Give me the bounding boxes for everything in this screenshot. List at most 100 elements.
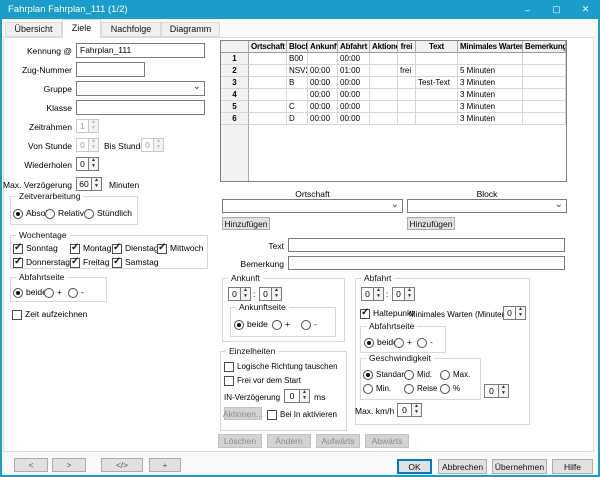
radio-reise[interactable]: Reise	[404, 383, 437, 394]
table-cell[interactable]	[249, 89, 287, 101]
ortschaft-select[interactable]: ⌄	[222, 199, 403, 213]
table-cell[interactable]	[370, 65, 398, 77]
add-button[interactable]: +	[149, 458, 181, 472]
tab-nachfolge[interactable]: Nachfolge	[101, 22, 161, 37]
kennung-input[interactable]: Fahrplan_111	[76, 43, 205, 58]
table-header-cell[interactable]: Ankunft	[308, 41, 338, 53]
hinzufuegen-block-button[interactable]: Hinzufügen	[407, 217, 455, 230]
table-cell[interactable]	[523, 53, 566, 65]
radio-min[interactable]: Min.	[363, 383, 391, 394]
radio-prozent[interactable]: %	[440, 383, 460, 394]
prozent-spinner[interactable]: 0 ▲▼	[484, 384, 509, 398]
table-cell[interactable]: 00:00	[308, 77, 338, 89]
radio-ankunftseite-plus[interactable]: +	[272, 319, 290, 330]
table-cell[interactable]	[287, 89, 308, 101]
radio-abfahrt-seite-plus[interactable]: +	[394, 337, 412, 348]
radio-abfahrtseite-plus[interactable]: +	[44, 287, 62, 298]
block-select[interactable]: ⌄	[407, 199, 567, 213]
close-button[interactable]: ✕	[571, 0, 600, 19]
table-cell[interactable]: 00:00	[338, 89, 370, 101]
table-cell[interactable]	[523, 65, 566, 77]
gruppe-select[interactable]: ⌄	[76, 81, 205, 96]
spinner-down-icon[interactable]: ▼	[92, 184, 101, 190]
table-cell[interactable]	[398, 113, 416, 125]
table-cell[interactable]: 3 Minuten	[458, 101, 523, 113]
table-corner-cell[interactable]	[221, 41, 249, 53]
checkbox-mittwoch[interactable]: Mittwoch	[157, 243, 204, 254]
row-header-cell[interactable]: 3	[221, 77, 249, 89]
row-header-cell[interactable]: 2	[221, 65, 249, 77]
checkbox-zeit-aufzeichnen[interactable]: Zeit aufzeichnen	[12, 309, 87, 320]
table-cell[interactable]	[398, 53, 416, 65]
row-header-cell[interactable]: 6	[221, 113, 249, 125]
table-cell[interactable]	[398, 89, 416, 101]
max-kmh-spinner[interactable]: 0 ▲▼	[397, 403, 422, 417]
table-cell[interactable]: 00:00	[308, 113, 338, 125]
table-cell[interactable]: B	[287, 77, 308, 89]
table-cell[interactable]	[398, 77, 416, 89]
table-cell[interactable]: 3 Minuten	[458, 89, 523, 101]
table-cell[interactable]: 3 Minuten	[458, 113, 523, 125]
table-cell[interactable]	[308, 53, 338, 65]
table-cell[interactable]: Test-Text	[416, 77, 458, 89]
table-cell[interactable]: 3 Minuten	[458, 77, 523, 89]
table-cell[interactable]	[370, 113, 398, 125]
checkbox-bei-in-aktivieren[interactable]: Bei In aktivieren	[267, 409, 337, 420]
tab-diagramm[interactable]: Diagramm	[161, 22, 220, 37]
wiederholen-spinner[interactable]: 0 ▲▼	[76, 157, 99, 171]
radio-ankunftseite-minus[interactable]: -	[301, 319, 317, 330]
table-cell[interactable]	[249, 113, 287, 125]
table-cell[interactable]	[458, 53, 523, 65]
uebernehmen-button[interactable]: Übernehmen	[492, 459, 547, 474]
spinner-down-icon[interactable]: ▼	[300, 396, 309, 402]
table-header-cell[interactable]: Bemerkung	[523, 41, 566, 53]
checkbox-sonntag[interactable]: Sonntag	[13, 243, 58, 254]
ankunft-minute-spinner[interactable]: 0 ▲▼	[259, 287, 282, 301]
table-cell[interactable]: 00:00	[308, 89, 338, 101]
maximize-button[interactable]: ▢	[542, 0, 571, 19]
checkbox-frei-vor-start[interactable]: Frei vor dem Start	[224, 375, 301, 386]
code-view-button[interactable]: </>	[101, 458, 143, 472]
radio-max[interactable]: Max.	[440, 369, 470, 380]
row-header-cell[interactable]: 1	[221, 53, 249, 65]
radio-abfahrt-seite-beide[interactable]: beide	[364, 337, 398, 348]
spinner-down-icon[interactable]: ▼	[499, 391, 508, 397]
table-cell[interactable]: B00	[287, 53, 308, 65]
table-header-cell[interactable]: Aktionen	[370, 41, 398, 53]
table-cell[interactable]	[398, 101, 416, 113]
table-cell[interactable]	[523, 113, 566, 125]
table-cell[interactable]	[249, 65, 287, 77]
destinations-table[interactable]: OrtschaftBlockAnkunftAbfahrtAktionenfrei…	[220, 40, 567, 182]
hilfe-button[interactable]: Hilfe	[552, 459, 593, 474]
table-cell[interactable]	[416, 113, 458, 125]
radio-mid[interactable]: Mid.	[404, 369, 432, 380]
table-header-cell[interactable]: Abfahrt	[338, 41, 370, 53]
table-header-cell[interactable]: Ortschaft	[249, 41, 287, 53]
spinner-down-icon[interactable]: ▼	[374, 294, 383, 300]
table-cell[interactable]: 00:00	[308, 65, 338, 77]
checkbox-samstag[interactable]: Samstag	[112, 257, 159, 268]
ankunft-stunde-spinner[interactable]: 0 ▲▼	[228, 287, 251, 301]
table-cell[interactable]	[370, 77, 398, 89]
table-row[interactable]: 3B00:0000:00Test-Text3 Minuten	[221, 77, 566, 89]
table-cell[interactable]: 00:00	[338, 53, 370, 65]
table-cell[interactable]: frei	[398, 65, 416, 77]
table-cell[interactable]: 00:00	[338, 113, 370, 125]
checkbox-freitag[interactable]: Freitag	[70, 257, 109, 268]
spinner-down-icon[interactable]: ▼	[89, 164, 98, 170]
table-header-cell[interactable]: frei	[398, 41, 416, 53]
hinzufuegen-ortschaft-button[interactable]: Hinzufügen	[222, 217, 270, 230]
table-row[interactable]: 1 B00 00:00	[221, 53, 566, 65]
tab-uebersicht[interactable]: Übersicht	[5, 22, 62, 37]
prev-button[interactable]: <	[14, 458, 48, 472]
table-row[interactable]: 2NSV200:0001:00frei5 Minuten	[221, 65, 566, 77]
spinner-down-icon[interactable]: ▼	[405, 294, 414, 300]
checkbox-haltepunkt[interactable]: Haltepunkt	[360, 308, 414, 319]
ok-button[interactable]: OK	[397, 459, 432, 474]
table-cell[interactable]	[523, 77, 566, 89]
table-header-cell[interactable]: Block	[287, 41, 308, 53]
spinner-down-icon[interactable]: ▼	[516, 313, 525, 319]
zugnummer-input[interactable]	[76, 62, 145, 77]
table-cell[interactable]: D	[287, 113, 308, 125]
min-warten-spinner[interactable]: 0 ▲▼	[503, 306, 526, 320]
